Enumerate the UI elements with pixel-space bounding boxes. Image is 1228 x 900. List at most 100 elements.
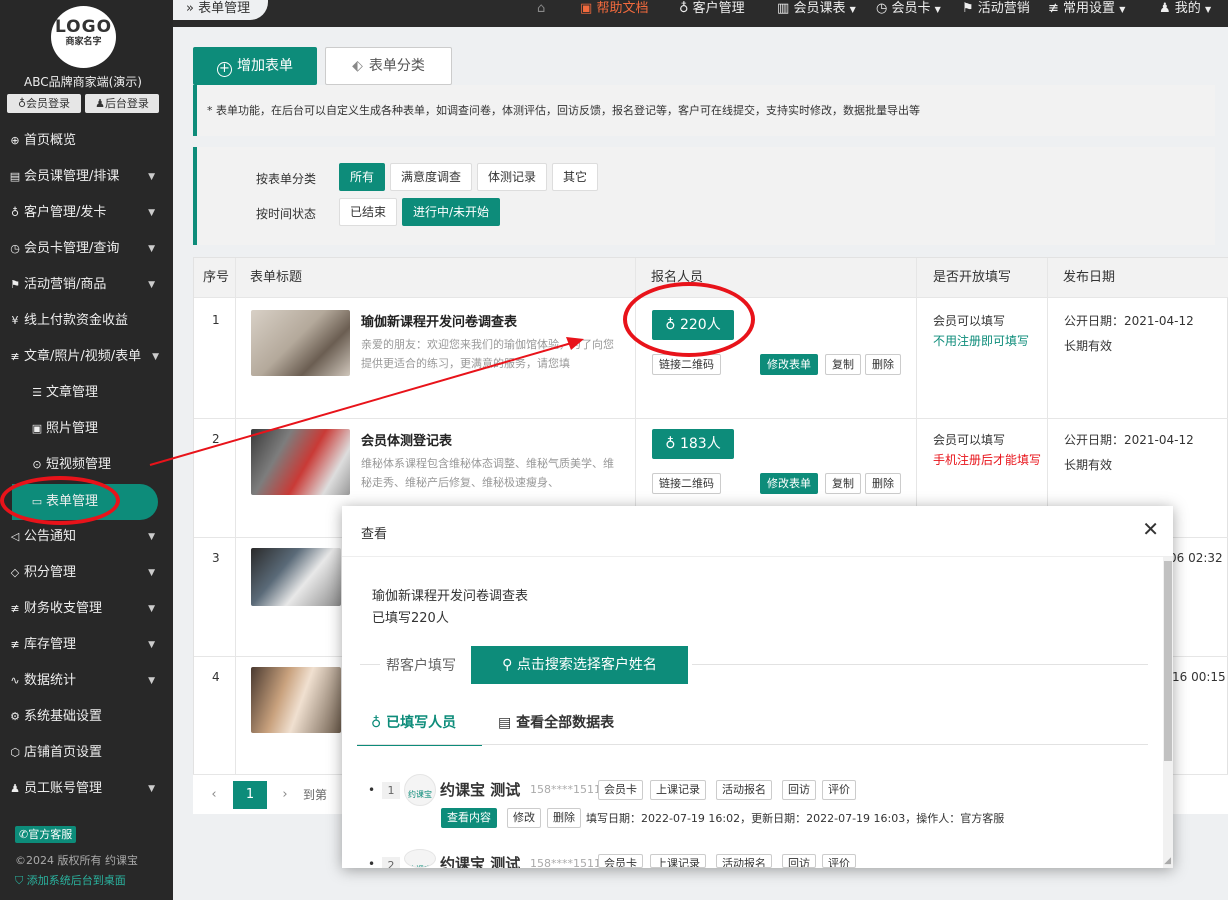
member-login-button[interactable]: ♁会员登录 (7, 94, 81, 113)
filter-ongoing[interactable]: 进行中/未开始 (402, 198, 501, 226)
caret-down-icon: ▼ (148, 604, 155, 614)
tag-followup[interactable]: 回访 (782, 780, 816, 800)
sidebar-item-inventory[interactable]: ≢ 库存管理 ▼ (0, 627, 173, 663)
copy-form-button[interactable]: 复制 (825, 354, 861, 375)
register-requirement: 不用注册即可填写 (933, 334, 1030, 348)
filter-all[interactable]: 所有 (339, 163, 386, 191)
next-page-icon[interactable]: › (273, 781, 297, 809)
nav-mine[interactable]: ♟ 我的 ▼ (1159, 0, 1211, 17)
sidebar-item-payments[interactable]: ¥ 线上付款资金收益 (0, 303, 173, 339)
scrollbar-thumb[interactable] (1164, 561, 1172, 761)
sidebar-item-shop-home[interactable]: ⬡ 店铺首页设置 (0, 735, 173, 771)
customer-service-button[interactable]: ✆官方客服 (15, 826, 77, 843)
add-to-desktop-link[interactable]: ⛉ 添加系统后台到桌面 (15, 872, 126, 888)
add-form-button[interactable]: + 增加表单 (193, 47, 317, 85)
member-name[interactable]: 约课宝 测试 (440, 853, 520, 868)
sidebar-item-label: 积分管理 (24, 565, 77, 580)
caret-down-icon: ▼ (1119, 5, 1126, 14)
logo: LOGO 商家名字 (51, 6, 116, 68)
sidebar-item-overview[interactable]: ⊕ 首页概览 (0, 123, 173, 159)
sidebar-item-member-cards[interactable]: ◷ 会员卡管理/查询 ▼ (0, 231, 173, 267)
row-index: 3 (212, 551, 220, 565)
yen-icon: ¥ (11, 314, 19, 327)
delete-form-button[interactable]: 删除 (865, 473, 901, 494)
tab-filled-members[interactable]: ♁ 已填写人员 (357, 712, 482, 746)
sidebar-item-points[interactable]: ◇ 积分管理 ▼ (0, 555, 173, 591)
delete-form-button[interactable]: 删除 (865, 354, 901, 375)
entry-index: 1 (382, 782, 400, 799)
home-icon[interactable]: ⌂ (537, 0, 545, 17)
form-title[interactable]: 会员体测登记表 (361, 430, 452, 449)
tag-class-records[interactable]: 上课记录 (650, 780, 706, 800)
nav-member-schedule[interactable]: ▥ 会员课表 ▼ (777, 0, 856, 17)
sidebar-item-system-settings[interactable]: ⚙ 系统基础设置 (0, 699, 173, 735)
category-filter-label: 按表单分类 (256, 172, 317, 186)
edit-form-button[interactable]: 修改表单 (760, 473, 818, 494)
copy-form-button[interactable]: 复制 (825, 473, 861, 494)
flag-icon: ⚑ (962, 1, 974, 16)
search-customer-button[interactable]: ⚲ 点击搜索选择客户姓名 (471, 646, 688, 684)
form-title[interactable]: 瑜伽新课程开发问卷调查表 (361, 311, 517, 330)
qr-link-button[interactable]: 链接二维码 (652, 473, 721, 494)
breadcrumb-label: 表单管理 (198, 1, 251, 16)
sidebar-subitem-photos[interactable]: ▣ 照片管理 (0, 411, 173, 447)
tag-event-signup[interactable]: 活动报名 (716, 854, 772, 868)
tag-followup[interactable]: 回访 (782, 854, 816, 868)
participants-count-button[interactable]: ♁ 183人 (652, 429, 734, 459)
double-chevron-icon: » (186, 1, 194, 16)
form-category-button[interactable]: ⬖ 表单分类 (325, 47, 452, 85)
resize-handle-icon[interactable]: ◢ (1164, 856, 1171, 866)
sidebar-item-courses[interactable]: ▤ 会员课管理/排课 ▼ (0, 159, 173, 195)
sidebar-item-customers[interactable]: ♁ 客户管理/发卡 ▼ (0, 195, 173, 231)
delete-entry-button[interactable]: 删除 (547, 808, 581, 828)
admin-login-button[interactable]: ♟后台登录 (85, 94, 159, 113)
nav-label: 常用设置 (1063, 1, 1116, 16)
sidebar-subitem-articles[interactable]: ☰ 文章管理 (0, 375, 173, 411)
sidebar-item-label: 首页概览 (24, 133, 77, 148)
sliders-icon: ≢ (10, 638, 20, 651)
nav-member-card[interactable]: ◷ 会员卡 ▼ (876, 0, 941, 17)
nav-settings[interactable]: ≢ 常用设置 ▼ (1048, 0, 1125, 17)
sidebar-item-finance[interactable]: ≢ 财务收支管理 ▼ (0, 591, 173, 627)
open-status: 会员可以填写 (933, 433, 1006, 447)
nav-label: 会员卡 (891, 1, 931, 16)
col-header-title: 表单标题 (250, 270, 303, 285)
edit-entry-button[interactable]: 修改 (507, 808, 541, 828)
nav-customers[interactable]: ♁ 客户管理 (679, 0, 745, 17)
sidebar-item-label: 文章管理 (46, 385, 99, 400)
sidebar-item-statistics[interactable]: ∿ 数据统计 ▼ (0, 663, 173, 699)
publish-date-partial: 16 00:15 (1172, 670, 1226, 684)
close-icon[interactable]: ✕ (1142, 517, 1159, 541)
sidebar-item-label: 照片管理 (46, 421, 99, 436)
edit-form-button[interactable]: 修改表单 (760, 354, 818, 375)
filter-body-test[interactable]: 体测记录 (477, 163, 548, 191)
view-content-button[interactable]: 查看内容 (441, 808, 497, 828)
help-docs-link[interactable]: ▣ 帮助文档 (580, 0, 648, 17)
sidebar-item-notices[interactable]: ◁ 公告通知 ▼ (0, 519, 173, 555)
annotation-circle-form-menu (0, 476, 120, 525)
tag-event-signup[interactable]: 活动报名 (716, 780, 772, 800)
register-requirement: 手机注册后才能填写 (933, 453, 1042, 467)
prev-page-icon[interactable]: ‹ (202, 781, 226, 809)
sidebar-item-marketing[interactable]: ⚑ 活动营销/商品 ▼ (0, 267, 173, 303)
qr-link-button[interactable]: 链接二维码 (652, 354, 721, 375)
tag-class-records[interactable]: 上课记录 (650, 854, 706, 868)
tag-review[interactable]: 评价 (822, 780, 856, 800)
nav-label: 会员课表 (793, 1, 846, 16)
nav-marketing[interactable]: ⚑ 活动营销 (962, 0, 1030, 17)
filter-other[interactable]: 其它 (552, 163, 599, 191)
sidebar-item-content[interactable]: ≢ 文章/照片/视频/表单 ▼ (0, 339, 173, 375)
tab-all-data[interactable]: ▤ 查看全部数据表 (498, 712, 614, 746)
sidebar-item-staff[interactable]: ♟ 员工账号管理 ▼ (0, 771, 173, 807)
caret-down-icon: ▼ (148, 172, 155, 182)
tag-member-card[interactable]: 会员卡 (598, 854, 643, 868)
tag-member-card[interactable]: 会员卡 (598, 780, 643, 800)
page-1-button[interactable]: 1 (233, 781, 267, 809)
member-name[interactable]: 约课宝 测试 (440, 779, 520, 800)
tag-review[interactable]: 评价 (822, 854, 856, 868)
filter-ended[interactable]: 已结束 (339, 198, 398, 226)
sidebar-item-label: 客户管理/发卡 (24, 205, 107, 220)
list-bullet: • (368, 857, 376, 871)
filter-satisfaction[interactable]: 满意度调查 (390, 163, 473, 191)
row-index: 2 (212, 432, 220, 446)
